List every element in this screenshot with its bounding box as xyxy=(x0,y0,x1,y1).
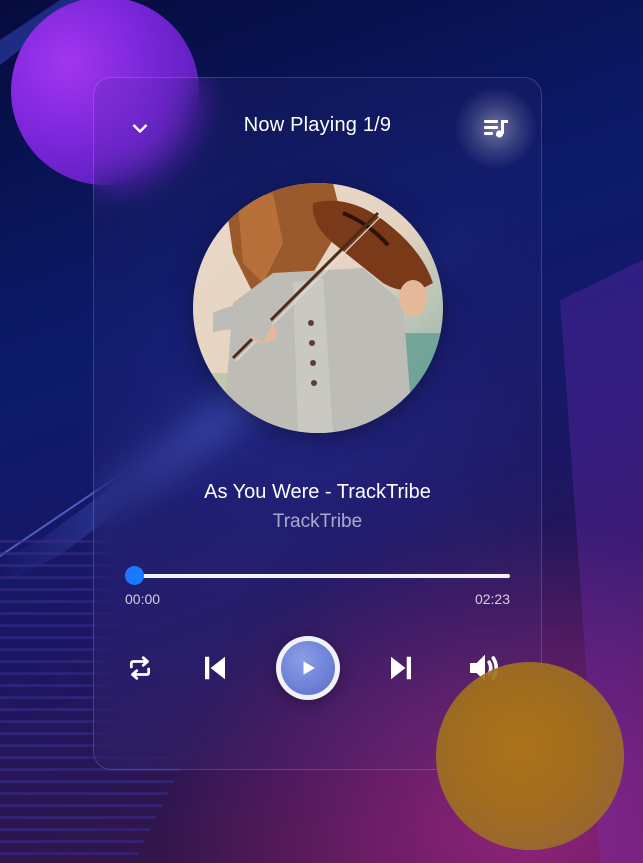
playlist-music-icon xyxy=(484,120,508,138)
skip-next-icon xyxy=(391,656,411,680)
player-card: Now Playing 1/9 As You Were - TrackTribe… xyxy=(93,77,542,770)
play-icon xyxy=(303,661,315,675)
album-cover-image xyxy=(193,183,443,433)
repeat-button[interactable] xyxy=(123,651,157,685)
progress-thumb[interactable] xyxy=(125,566,144,585)
album-cover xyxy=(193,183,443,433)
progress-bar[interactable] xyxy=(125,566,510,585)
decorative-gold-circle xyxy=(436,662,624,850)
skip-previous-icon xyxy=(205,656,225,680)
previous-button[interactable] xyxy=(197,650,233,686)
next-button[interactable] xyxy=(383,650,419,686)
play-button[interactable] xyxy=(276,636,340,700)
repeat-icon xyxy=(129,656,151,680)
song-title: As You Were - TrackTribe xyxy=(204,481,431,503)
current-time: 00:00 xyxy=(125,591,161,607)
total-time: 02:23 xyxy=(474,591,510,607)
playlist-button[interactable] xyxy=(478,110,514,146)
play-button-face xyxy=(281,641,335,695)
song-artist: TrackTribe xyxy=(272,511,363,532)
